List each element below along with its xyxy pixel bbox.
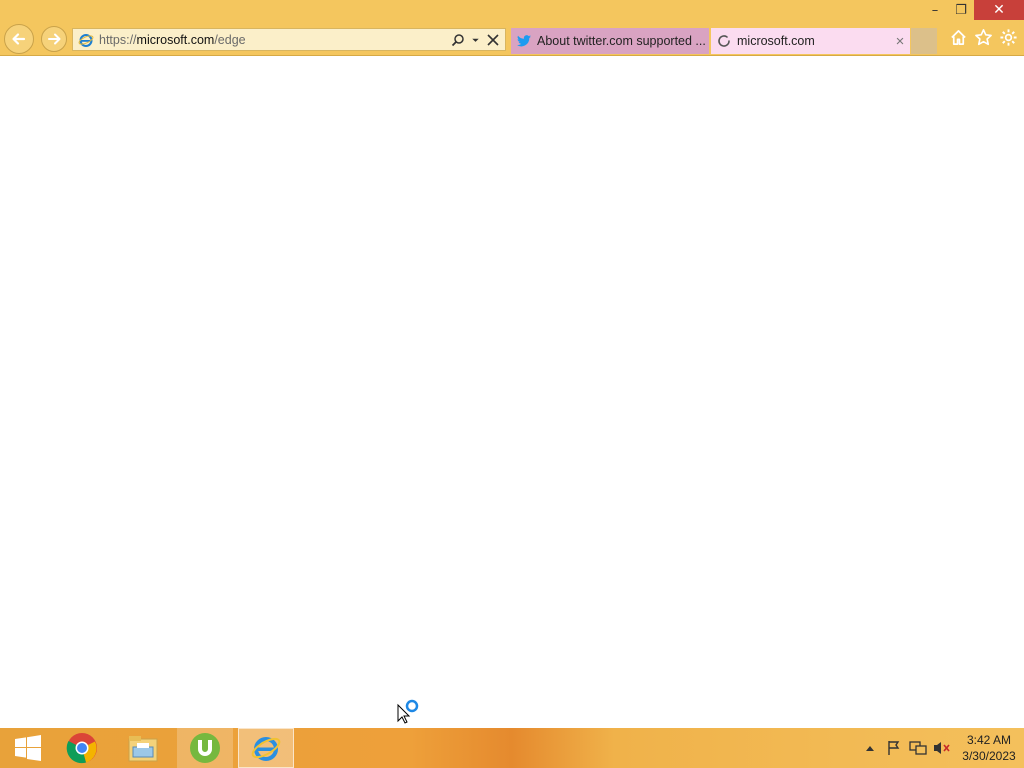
forward-button[interactable] [41, 26, 67, 52]
stop-icon[interactable] [486, 33, 500, 47]
internet-explorer-icon [78, 33, 94, 47]
show-hidden-icons-button[interactable] [858, 728, 882, 768]
url-path: /edge [214, 32, 246, 47]
minimize-button[interactable]: – [922, 0, 948, 20]
url-host: microsoft.com [136, 32, 215, 47]
system-tray: 3:42 AM 3/30/2023 [858, 728, 1024, 768]
twitter-bird-icon [517, 35, 531, 47]
browser-chrome: – ❐ ✕ https://microsoft.com/edge About t… [0, 0, 1024, 56]
windows-logo-icon [15, 735, 41, 761]
chevron-up-icon [866, 746, 874, 751]
taskbar-utorrent[interactable] [177, 728, 233, 768]
url-protocol: https:// [99, 32, 137, 47]
page-content-area[interactable] [0, 57, 1024, 728]
close-tab-button[interactable]: × [890, 33, 910, 50]
restore-button[interactable]: ❐ [948, 0, 974, 20]
internet-explorer-icon [251, 737, 281, 761]
address-bar[interactable]: https://microsoft.com/edge [72, 28, 506, 51]
taskbar-internet-explorer[interactable] [238, 728, 294, 768]
taskbar-file-explorer[interactable] [115, 728, 171, 768]
forward-arrow-icon [48, 33, 61, 45]
back-button[interactable] [4, 24, 34, 54]
close-window-button[interactable]: ✕ [974, 0, 1024, 20]
clock-date: 3/30/2023 [962, 749, 1016, 763]
taskbar-chrome[interactable] [54, 728, 110, 768]
back-arrow-icon [12, 33, 26, 45]
new-tab-button[interactable] [911, 28, 937, 54]
chrome-icon [66, 733, 97, 764]
volume-button[interactable] [930, 728, 954, 768]
taskbar: 3:42 AM 3/30/2023 [0, 728, 1024, 768]
flag-icon [888, 741, 900, 755]
tab-microsoft[interactable]: microsoft.com × [711, 28, 910, 54]
clock[interactable]: 3:42 AM 3/30/2023 [954, 732, 1024, 764]
busy-cursor-icon [397, 699, 419, 724]
window-controls: – ❐ ✕ [922, 0, 1024, 20]
gear-icon[interactable] [999, 28, 1018, 47]
start-button[interactable] [0, 728, 56, 768]
tab-twitter[interactable]: About twitter.com supported ... [511, 28, 709, 54]
url-text[interactable]: https://microsoft.com/edge [99, 33, 451, 47]
utorrent-icon [190, 733, 220, 763]
search-icon[interactable] [451, 33, 465, 47]
file-explorer-icon [128, 736, 158, 762]
clock-time: 3:42 AM [966, 733, 1012, 747]
network-button[interactable] [906, 728, 930, 768]
chevron-down-icon[interactable] [471, 33, 480, 47]
loading-spinner-icon [718, 35, 730, 47]
tab-label: About twitter.com supported ... [537, 34, 706, 48]
network-icon [909, 741, 927, 755]
volume-muted-icon [934, 742, 950, 754]
tab-label: microsoft.com [737, 34, 815, 48]
action-center-button[interactable] [882, 728, 906, 768]
favorites-star-icon[interactable] [974, 28, 993, 47]
home-icon[interactable] [949, 28, 968, 47]
